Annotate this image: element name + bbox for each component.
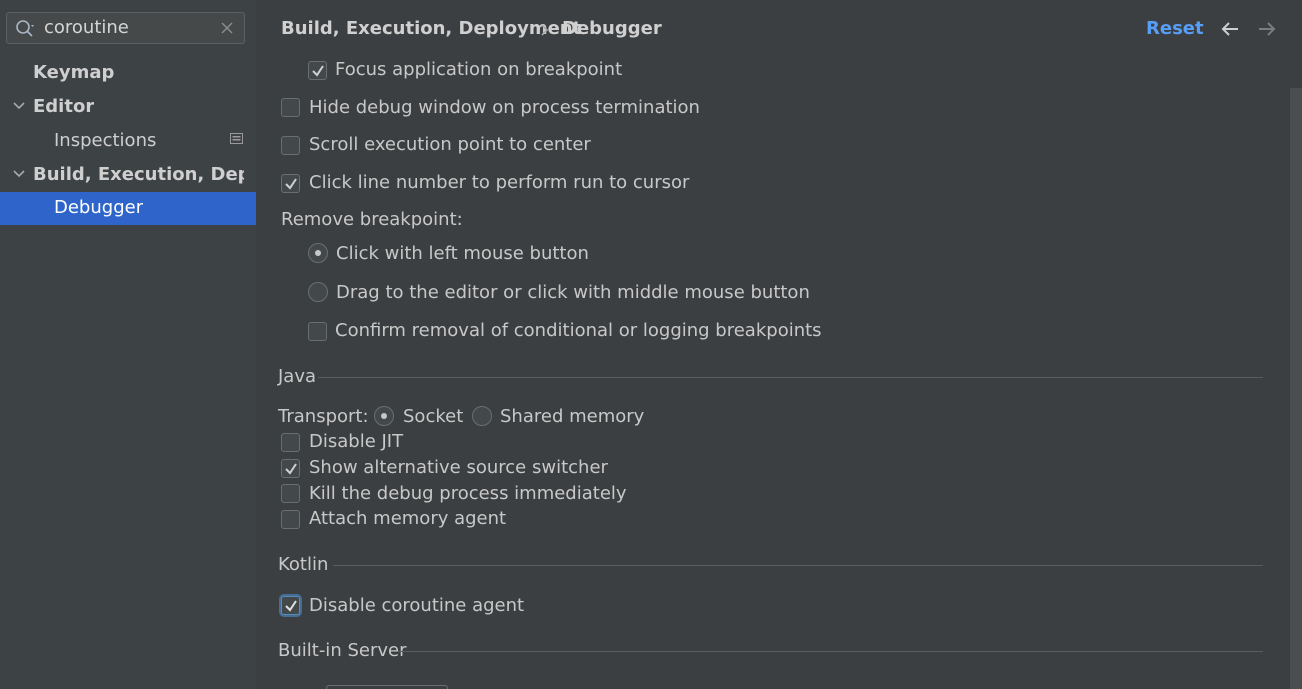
memory-agent-label: Attach memory agent — [309, 508, 507, 529]
reset-link[interactable]: Reset — [1146, 18, 1204, 39]
search-field[interactable]: coroutine — [6, 12, 245, 44]
disable-jit-checkbox[interactable] — [281, 433, 300, 452]
scroll-center-label: Scroll execution point to center — [309, 134, 591, 155]
remove-drag-radio[interactable] — [308, 282, 328, 302]
sidebar-item-editor[interactable]: Editor — [33, 96, 94, 117]
sidebar-item-inspections[interactable]: Inspections — [54, 130, 156, 151]
hide-debug-window-checkbox[interactable] — [281, 98, 300, 117]
alt-source-label: Show alternative source switcher — [309, 457, 608, 478]
alt-source-checkbox[interactable] — [281, 459, 300, 478]
java-section-title: Java — [278, 366, 317, 387]
chevron-down-icon[interactable] — [12, 169, 26, 179]
checkmark-icon — [285, 463, 297, 475]
builtin-server-section-title: Built-in Server — [278, 640, 407, 661]
breadcrumb-parent: Build, Execution, Deployment — [281, 18, 582, 39]
section-divider — [398, 651, 1263, 652]
sidebar-item-debugger[interactable]: Debugger — [0, 192, 256, 225]
forward-arrow-icon[interactable] — [1257, 19, 1277, 39]
transport-socket-label: Socket — [403, 406, 464, 427]
confirm-removal-checkbox[interactable] — [308, 322, 327, 341]
transport-shared-memory-radio[interactable] — [472, 406, 492, 426]
scroll-center-checkbox[interactable] — [281, 136, 300, 155]
hide-debug-window-label: Hide debug window on process termination — [309, 97, 700, 118]
remove-drag-label: Drag to the editor or click with middle … — [336, 282, 810, 303]
remove-left-click-radio[interactable] — [308, 243, 328, 263]
focus-app-label: Focus application on breakpoint — [335, 59, 623, 80]
remove-left-click-label: Click with left mouse button — [336, 243, 589, 264]
transport-label: Transport: — [278, 406, 369, 427]
click-line-number-checkbox[interactable] — [281, 174, 300, 193]
disable-coroutine-agent-checkbox[interactable] — [281, 596, 300, 615]
memory-agent-checkbox[interactable] — [281, 510, 300, 529]
checkmark-icon — [285, 178, 297, 190]
transport-socket-radio[interactable] — [374, 406, 394, 426]
disable-coroutine-agent-label: Disable coroutine agent — [309, 595, 525, 616]
remove-breakpoint-label: Remove breakpoint: — [281, 209, 463, 230]
transport-shared-memory-label: Shared memory — [500, 406, 645, 427]
sidebar-item-build-execution-deployment[interactable]: Build, Execution, Deployment — [33, 164, 244, 185]
vertical-scrollbar[interactable] — [1290, 88, 1302, 689]
chevron-right-icon — [541, 24, 549, 36]
confirm-removal-label: Confirm removal of conditional or loggin… — [335, 320, 822, 341]
sidebar-item-label: Debugger — [54, 197, 144, 218]
checkmark-icon — [312, 65, 324, 77]
search-icon — [16, 20, 34, 37]
project-settings-icon — [230, 133, 243, 144]
chevron-down-icon[interactable] — [12, 101, 26, 111]
sidebar-item-keymap[interactable]: Keymap — [33, 62, 114, 83]
focus-app-checkbox[interactable] — [308, 61, 327, 80]
click-line-number-label: Click line number to perform run to curs… — [309, 172, 690, 193]
port-input[interactable] — [326, 685, 448, 689]
section-divider — [318, 377, 1263, 378]
back-arrow-icon[interactable] — [1220, 19, 1240, 39]
clear-icon[interactable] — [220, 21, 234, 35]
section-divider — [333, 565, 1263, 566]
settings-sidebar: coroutine Keymap Editor Inspections Buil… — [0, 0, 256, 689]
page-title: Debugger — [562, 18, 662, 39]
kill-process-checkbox[interactable] — [281, 484, 300, 503]
checkmark-icon — [285, 600, 297, 612]
disable-jit-label: Disable JIT — [309, 431, 404, 452]
kill-process-label: Kill the debug process immediately — [309, 483, 627, 504]
kotlin-section-title: Kotlin — [278, 554, 329, 575]
search-input[interactable]: coroutine — [44, 17, 129, 38]
